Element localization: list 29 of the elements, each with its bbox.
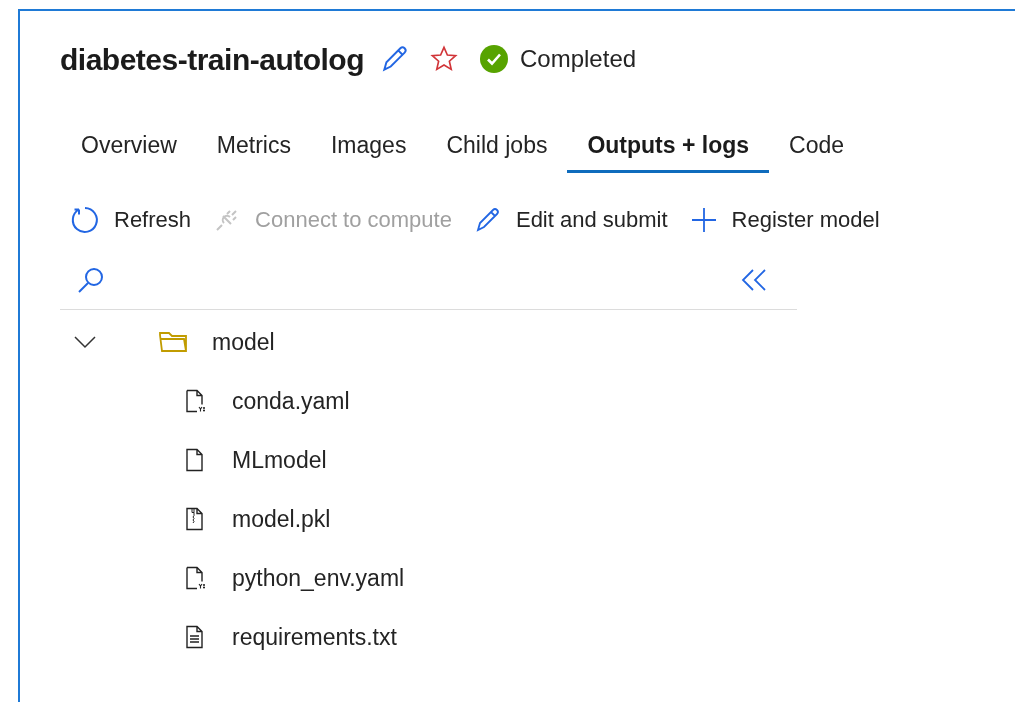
job-title: diabetes-train-autolog [60, 41, 364, 78]
file-icon [184, 448, 206, 473]
zip-file-icon [184, 507, 206, 532]
toolbar-button[interactable]: Edit and submit [473, 203, 668, 236]
refresh-icon [70, 204, 100, 235]
pencil-icon[interactable] [380, 44, 410, 74]
tree-item[interactable]: model.pkl [232, 502, 331, 537]
tree-item[interactable]: MLmodel [232, 443, 327, 478]
text-file-icon [184, 625, 206, 650]
plus-icon [689, 205, 718, 234]
toolbar-button[interactable]: Refresh [70, 203, 192, 236]
tree-item[interactable]: model [212, 324, 275, 360]
tree-item[interactable]: conda.yaml [232, 384, 350, 419]
tab[interactable]: Metrics [196, 121, 311, 173]
tab[interactable]: Child jobs [426, 121, 568, 173]
chevron-icon [74, 335, 96, 349]
tree-item[interactable]: python_env.yaml [232, 561, 405, 596]
yaml-file-icon [184, 389, 206, 414]
folder-icon [158, 331, 188, 353]
collapse-icon[interactable] [741, 267, 767, 292]
tab[interactable]: Images [311, 121, 427, 173]
yaml-file-icon [184, 566, 206, 591]
tab[interactable]: Outputs + logs [567, 121, 770, 173]
tab[interactable]: Code [769, 121, 865, 173]
status-label: Completed [520, 44, 637, 74]
toolbar-button[interactable]: Register model [689, 203, 880, 236]
star-icon[interactable] [430, 45, 458, 73]
tree-item[interactable]: requirements.txt [232, 620, 397, 655]
tab[interactable]: Overview [61, 121, 197, 173]
